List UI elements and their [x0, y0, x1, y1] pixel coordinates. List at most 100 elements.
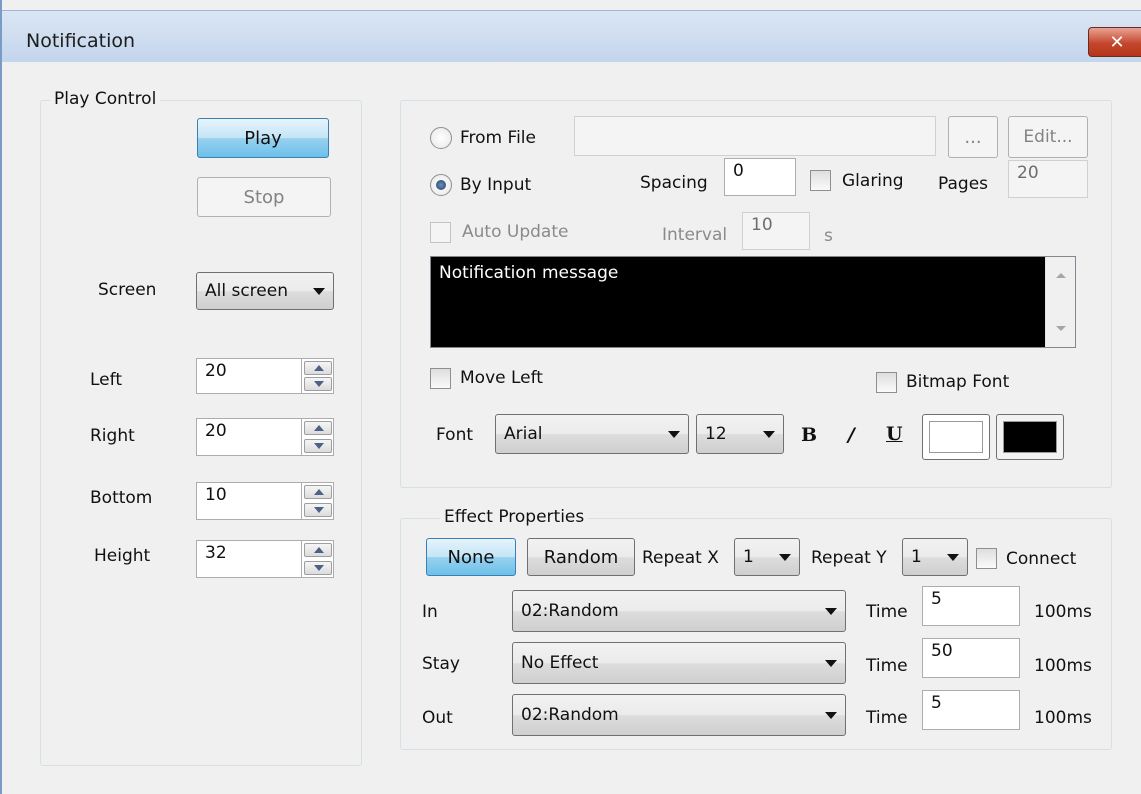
from-file-radio[interactable] — [430, 127, 452, 149]
right-value: 20 — [205, 421, 227, 441]
spin-up-icon[interactable] — [304, 543, 332, 557]
by-input-label: By Input — [460, 175, 532, 195]
font-label: Font — [436, 425, 474, 445]
repeat-x-select[interactable]: 1 — [734, 538, 800, 576]
notification-window: Notification ✕ Play Control Play Stop Sc… — [0, 0, 1141, 794]
foreground-color-swatch — [929, 421, 983, 453]
foreground-color-button[interactable] — [922, 414, 990, 460]
spin-down-icon[interactable] — [304, 439, 332, 453]
chevron-down-icon — [825, 608, 837, 615]
height-label: Height — [94, 546, 151, 566]
message-text: Notification message — [439, 263, 619, 283]
effect-in-unit: 100ms — [1034, 602, 1092, 622]
chevron-down-icon — [825, 660, 837, 667]
connect-checkbox[interactable] — [976, 548, 997, 569]
message-textarea[interactable]: Notification message — [430, 256, 1076, 348]
spin-up-icon[interactable] — [304, 421, 332, 435]
play-button[interactable]: Play — [197, 118, 329, 158]
effect-stay-time-field[interactable]: 50 — [922, 638, 1020, 678]
move-left-checkbox[interactable] — [430, 368, 451, 389]
spin-down-icon[interactable] — [304, 503, 332, 517]
height-stepper[interactable]: 32 — [196, 540, 334, 578]
chevron-down-icon — [313, 288, 325, 295]
repeat-y-label: Repeat Y — [811, 548, 887, 568]
effect-in-label: In — [422, 602, 438, 622]
bottom-spin-buttons[interactable] — [301, 483, 333, 519]
close-icon: ✕ — [1109, 31, 1125, 53]
effect-stay-time-label: Time — [866, 656, 908, 676]
effect-out-unit: 100ms — [1034, 708, 1092, 728]
background-color-swatch — [1003, 421, 1057, 453]
move-left-label: Move Left — [460, 368, 543, 388]
pages-label: Pages — [938, 174, 989, 194]
scroll-down-icon[interactable] — [1056, 326, 1066, 331]
spacing-label: Spacing — [640, 173, 708, 193]
scroll-up-icon[interactable] — [1056, 273, 1066, 278]
left-spin-buttons[interactable] — [301, 359, 333, 393]
right-label: Right — [90, 426, 135, 446]
chevron-down-icon — [947, 554, 959, 561]
effect-out-time-field[interactable]: 5 — [922, 690, 1020, 730]
repeat-x-value: 1 — [743, 547, 754, 567]
effect-out-time-label: Time — [866, 708, 908, 728]
by-input-radio[interactable] — [430, 174, 452, 196]
glaring-label: Glaring — [842, 171, 904, 191]
screen-label: Screen — [98, 280, 157, 300]
close-button[interactable]: ✕ — [1088, 27, 1141, 57]
left-label: Left — [90, 370, 122, 390]
bitmap-font-checkbox[interactable] — [876, 372, 897, 393]
interval-field[interactable]: 10 — [742, 212, 810, 250]
right-stepper[interactable]: 20 — [196, 418, 334, 456]
left-stepper[interactable]: 20 — [196, 358, 334, 394]
spin-down-icon[interactable] — [304, 377, 332, 391]
window-title: Notification — [26, 30, 136, 52]
effect-in-time-field[interactable]: 5 — [922, 586, 1020, 626]
browse-button[interactable]: ... — [948, 116, 998, 158]
bitmap-font-label: Bitmap Font — [906, 372, 1010, 392]
italic-icon[interactable]: / — [848, 424, 855, 446]
bold-icon[interactable]: B — [801, 424, 817, 446]
interval-unit: s — [824, 226, 833, 246]
underline-icon[interactable]: U — [886, 423, 903, 445]
effect-in-select[interactable]: 02:Random — [512, 590, 846, 632]
pages-field[interactable]: 20 — [1008, 160, 1088, 198]
title-bar[interactable]: Notification ✕ — [2, 10, 1141, 62]
screen-select-value: All screen — [205, 281, 288, 301]
font-size-select[interactable]: 12 — [696, 414, 784, 454]
bottom-label: Bottom — [90, 488, 153, 508]
bottom-stepper[interactable]: 10 — [196, 482, 334, 520]
left-value: 20 — [205, 361, 227, 381]
edit-button[interactable]: Edit... — [1008, 116, 1088, 158]
spin-up-icon[interactable] — [304, 485, 332, 499]
chevron-down-icon — [779, 554, 791, 561]
dialog-body: Play Control Play Stop Screen All screen… — [2, 62, 1141, 794]
spacing-field[interactable]: 0 — [724, 158, 796, 196]
font-select-value: Arial — [504, 424, 543, 444]
bottom-value: 10 — [205, 485, 227, 505]
right-spin-buttons[interactable] — [301, 419, 333, 455]
effect-stay-select[interactable]: No Effect — [512, 642, 846, 684]
none-button[interactable]: None — [426, 538, 516, 576]
chevron-down-icon — [825, 712, 837, 719]
effect-in-value: 02:Random — [521, 601, 619, 621]
height-value: 32 — [205, 543, 227, 563]
random-button[interactable]: Random — [527, 538, 635, 576]
effect-out-label: Out — [422, 708, 453, 728]
effect-out-select[interactable]: 02:Random — [512, 694, 846, 736]
effect-stay-value: No Effect — [521, 653, 599, 673]
effect-out-value: 02:Random — [521, 705, 619, 725]
font-select[interactable]: Arial — [495, 414, 689, 454]
message-scrollbar[interactable] — [1045, 257, 1075, 347]
spin-down-icon[interactable] — [304, 561, 332, 575]
screen-select[interactable]: All screen — [196, 272, 334, 310]
background-color-button[interactable] — [996, 414, 1064, 460]
effect-stay-unit: 100ms — [1034, 656, 1092, 676]
chevron-down-icon — [763, 431, 775, 438]
file-path-field[interactable] — [574, 116, 936, 156]
auto-update-checkbox[interactable] — [430, 222, 451, 243]
height-spin-buttons[interactable] — [301, 541, 333, 577]
spin-up-icon[interactable] — [304, 361, 332, 375]
glaring-checkbox[interactable] — [810, 170, 831, 191]
stop-button[interactable]: Stop — [197, 177, 331, 217]
repeat-y-select[interactable]: 1 — [902, 538, 968, 576]
